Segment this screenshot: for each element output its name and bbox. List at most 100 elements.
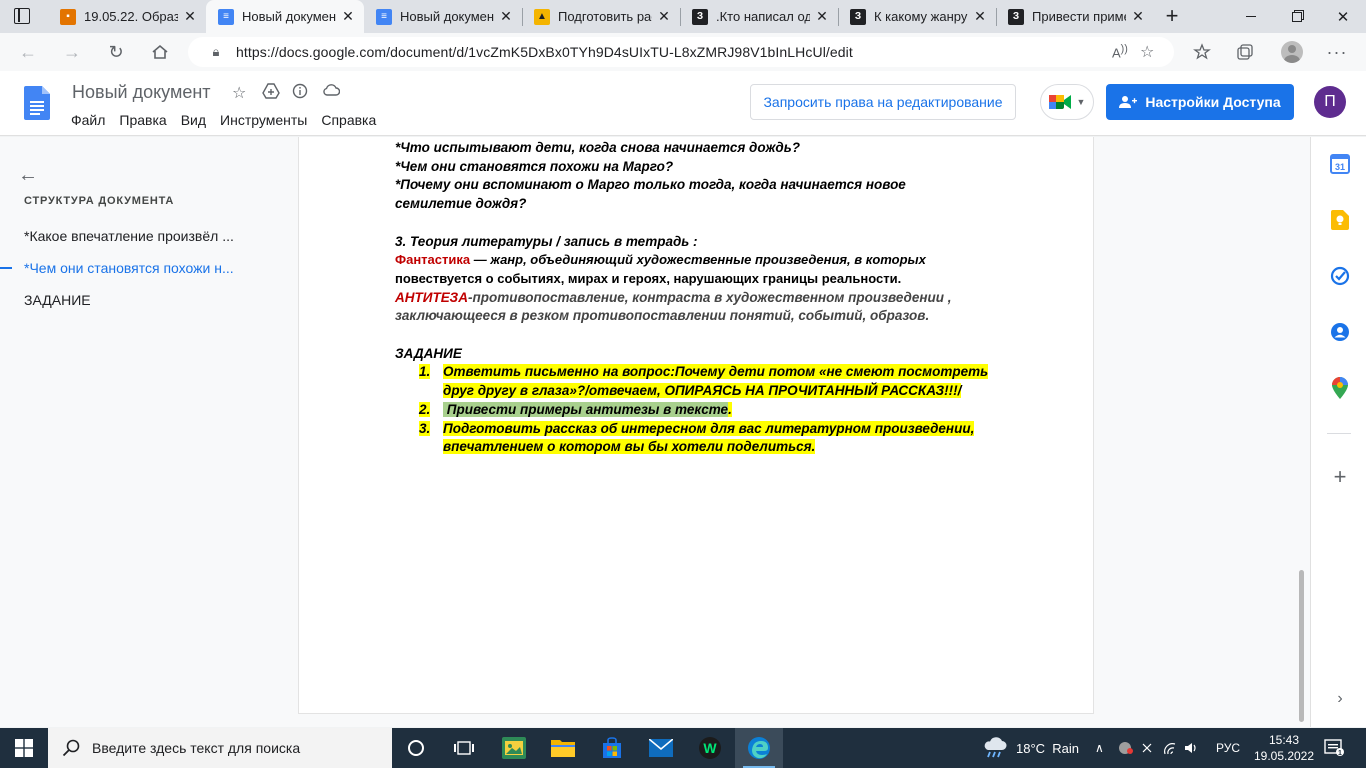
close-icon[interactable]: ✕	[1130, 8, 1146, 25]
document-body[interactable]: *Что испытывают дети, когда снова начина…	[395, 139, 1015, 457]
docs-logo-icon[interactable]	[24, 86, 50, 120]
share-button[interactable]: Настройки Доступа	[1106, 84, 1294, 120]
cloud-status-icon[interactable]	[322, 83, 341, 102]
weather-widget[interactable]: 18°C Rain	[982, 728, 1079, 768]
classroom-icon: ▪	[60, 8, 76, 25]
settings-more-button[interactable]: ···	[1322, 38, 1352, 66]
close-icon[interactable]: ✕	[814, 8, 830, 25]
favorites-button[interactable]	[1187, 38, 1217, 66]
docs-icon: ≡	[376, 8, 392, 25]
close-icon[interactable]: ✕	[972, 8, 988, 25]
cortana-button[interactable]	[392, 728, 440, 768]
close-window-button[interactable]: ✕	[1320, 0, 1366, 33]
task-item: 1. Ответить письменно на вопрос:Почему д…	[419, 363, 1015, 400]
app-edge-active[interactable]	[735, 728, 783, 768]
tasks-icon[interactable]	[1329, 265, 1351, 287]
notification-icon: 1	[1324, 739, 1344, 757]
app-image-viewer[interactable]	[490, 728, 538, 768]
back-button[interactable]: ←	[13, 38, 43, 66]
menu-file[interactable]: Файл	[64, 110, 112, 130]
browser-tab[interactable]: З Привести приме ✕	[996, 0, 1154, 33]
antithesis-definition: -противопоставление, контраста в художес…	[467, 289, 952, 305]
clock[interactable]: 15:43 19.05.2022	[1254, 728, 1314, 768]
fantasy-definition-line: Фантастика — жанр, объединяющий художест…	[395, 251, 1015, 270]
app-w[interactable]: W	[686, 728, 734, 768]
app-store[interactable]	[588, 728, 636, 768]
home-button[interactable]	[145, 38, 175, 66]
contacts-icon[interactable]	[1329, 321, 1351, 343]
tab-actions-icon[interactable]	[14, 8, 30, 24]
star-icon[interactable]: ☆	[232, 83, 246, 103]
task-item: 2. Привести примеры антитезы в тексте.	[419, 401, 1015, 420]
info-icon[interactable]	[292, 83, 308, 104]
app-mail[interactable]	[637, 728, 685, 768]
windows-icon	[15, 739, 33, 757]
browser-tab[interactable]: З .Кто написал одн ✕	[680, 0, 838, 33]
keep-icon[interactable]	[1329, 209, 1351, 231]
back-arrow-icon[interactable]: ←	[18, 164, 38, 187]
docs-icon: ≡	[218, 8, 234, 25]
refresh-button[interactable]: ↻	[101, 38, 131, 66]
browser-tab[interactable]: ▲ Подготовить рас ✕	[522, 0, 680, 33]
browser-tab-strip: ▪ 19.05.22. Образо ✕ ≡ Новый документ ✕ …	[0, 0, 1366, 33]
add-addon-icon[interactable]: +	[1329, 464, 1351, 489]
address-bar[interactable]: 🔒︎ https://docs.google.com/document/d/1v…	[188, 37, 1174, 67]
menu-view[interactable]: Вид	[174, 110, 213, 130]
calendar-icon[interactable]: 31	[1329, 153, 1351, 175]
w-app-icon: W	[699, 737, 721, 759]
image-app-icon	[502, 737, 526, 759]
document-page[interactable]: *Что испытывают дети, когда снова начина…	[299, 137, 1093, 713]
minimize-button[interactable]	[1228, 0, 1274, 33]
menu-help[interactable]: Справка	[314, 110, 383, 130]
scrollbar-thumb[interactable]	[1299, 570, 1304, 722]
language-indicator[interactable]: РУС	[1216, 728, 1240, 768]
task-text: Привести примеры антитезы в тексте.	[443, 401, 732, 417]
browser-tab[interactable]: ≡ Новый документ ✕	[364, 0, 522, 33]
notifications-button[interactable]: 1	[1324, 728, 1344, 768]
task-view-button[interactable]	[440, 728, 488, 768]
start-button[interactable]	[0, 728, 48, 768]
store-icon	[603, 737, 621, 758]
collections-button[interactable]	[1230, 38, 1260, 66]
system-tray-icons	[1119, 742, 1196, 755]
browser-tab[interactable]: З К какому жанру ✕	[838, 0, 996, 33]
url-text[interactable]: https://docs.google.com/document/d/1vcZm…	[236, 44, 1112, 60]
request-edit-access-button[interactable]: Запросить права на редактирование	[750, 84, 1016, 120]
home-icon	[152, 44, 168, 59]
outline-item-active[interactable]: *Чем они становятся похожи н...	[24, 260, 254, 276]
forward-button[interactable]: →	[57, 38, 87, 66]
collections-icon	[1237, 44, 1253, 60]
app-file-explorer[interactable]	[539, 728, 587, 768]
read-aloud-icon[interactable]: A))	[1112, 43, 1140, 60]
document-title[interactable]: Новый документ	[72, 82, 211, 103]
fantasy-definition: — жанр, объединяющий художественные прои…	[470, 252, 926, 268]
avatar[interactable]: П	[1314, 86, 1346, 118]
tray-expand-icon[interactable]: ∧	[1095, 728, 1104, 768]
move-to-drive-icon[interactable]	[262, 83, 280, 104]
close-icon[interactable]: ✕	[182, 8, 198, 25]
svg-text:31: 31	[1335, 162, 1345, 172]
menu-edit[interactable]: Правка	[112, 110, 173, 130]
clock-date: 19.05.2022	[1253, 749, 1315, 763]
people-icon	[1119, 96, 1138, 108]
outline-active-indicator	[0, 267, 12, 269]
taskbar-search[interactable]: Введите здесь текст для поиска	[48, 728, 392, 768]
maps-icon[interactable]	[1329, 377, 1351, 399]
browser-tab-active[interactable]: ≡ Новый документ ✕	[206, 0, 364, 33]
restore-button[interactable]	[1274, 0, 1320, 33]
browser-tab[interactable]: ▪ 19.05.22. Образо ✕	[48, 0, 206, 33]
chevron-down-icon: ▼	[1076, 97, 1086, 107]
profile-button[interactable]	[1277, 38, 1307, 66]
meet-button[interactable]: ▼	[1040, 84, 1094, 120]
lock-icon[interactable]: 🔒︎	[202, 44, 230, 60]
new-tab-button[interactable]: +	[1160, 3, 1184, 28]
tab-label: .Кто написал одн	[716, 9, 810, 24]
close-icon[interactable]: ✕	[656, 8, 672, 25]
outline-item[interactable]: *Какое впечатление произвёл ...	[24, 228, 254, 244]
chevron-right-icon[interactable]: ›	[1329, 688, 1351, 710]
close-icon[interactable]: ✕	[498, 8, 514, 25]
menu-tools[interactable]: Инструменты	[213, 110, 314, 130]
close-icon[interactable]: ✕	[340, 8, 356, 25]
outline-item[interactable]: ЗАДАНИЕ	[24, 292, 254, 308]
add-favorite-icon[interactable]: ☆	[1140, 42, 1174, 62]
